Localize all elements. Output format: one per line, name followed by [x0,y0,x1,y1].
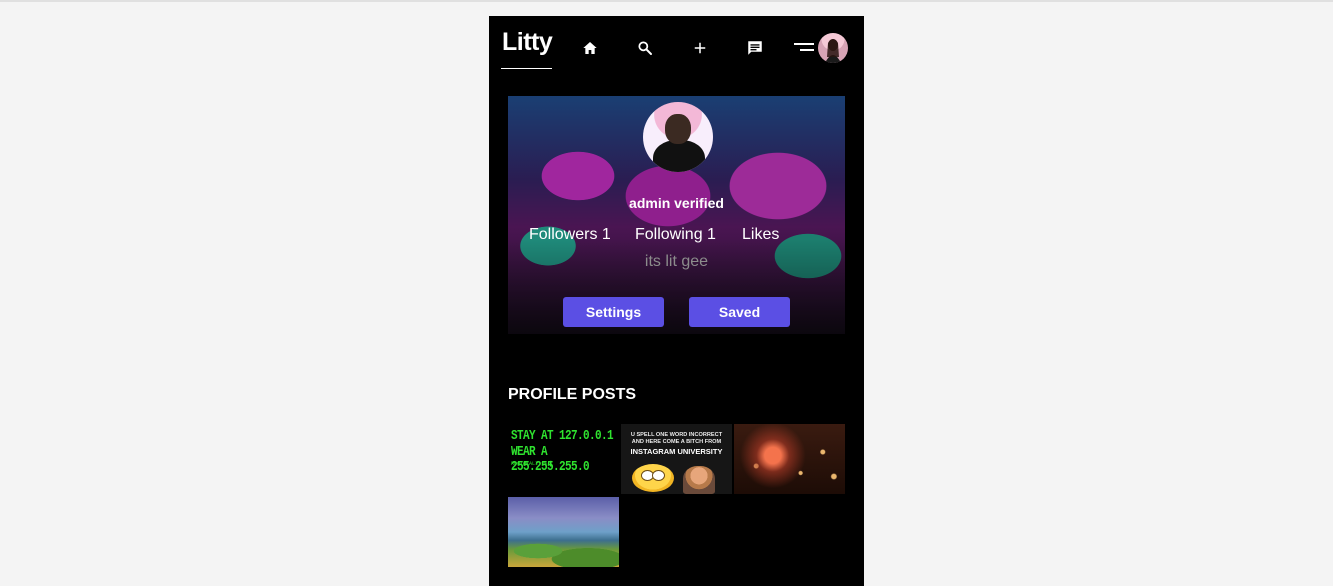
post-thumbnail[interactable] [734,424,845,494]
top-divider [0,0,1333,2]
post-text: U SPELL ONE WORD INCORRECT AND HERE COME… [624,432,729,446]
post-thumbnail[interactable]: STAY AT 127.0.0.1 WEAR A 255.255.255.0 R… [508,424,619,494]
graduate-emoji-icon [683,466,715,494]
settings-button[interactable]: Settings [563,297,664,327]
search-icon[interactable] [633,36,657,60]
messages-icon[interactable] [743,36,767,60]
profile-card: admin verified Followers 1 Following 1 L… [508,96,845,334]
app-container: Litty admin verified Followers 1 Followi… [489,16,864,586]
post-text: WEAR A 255.255.255.0 [511,445,590,475]
profile-stats: Followers 1 Following 1 Likes [508,226,845,246]
profile-bio: its lit gee [644,253,709,270]
saved-button[interactable]: Saved [689,297,790,327]
add-icon[interactable] [688,36,712,60]
brand-logo[interactable]: Litty [502,28,553,57]
post-text-line: AND HERE COME A BITCH FROM [631,439,722,445]
eye-roll-emoji-icon [632,464,674,492]
user-avatar[interactable] [818,33,848,63]
brand-active-indicator [501,68,552,69]
menu-icon[interactable] [792,41,814,55]
post-text: ROOT@KALI:~$ ▌ [511,461,554,467]
post-text: STAY AT 127.0.0.1 [511,429,614,444]
post-text: INSTAGRAM UNIVERSITY [630,447,723,456]
followers-count[interactable]: Followers 1 [529,226,611,244]
profile-avatar[interactable] [643,102,713,172]
profile-posts-title: PROFILE POSTS [508,386,637,403]
profile-name: admin verified [629,195,724,211]
likes-count[interactable]: Likes [742,226,779,244]
post-thumbnail[interactable]: U SPELL ONE WORD INCORRECT AND HERE COME… [621,424,732,494]
following-count[interactable]: Following 1 [635,226,716,244]
post-thumbnail[interactable] [508,497,619,567]
home-icon[interactable] [578,36,602,60]
post-text-line: U SPELL ONE WORD INCORRECT [630,432,723,438]
